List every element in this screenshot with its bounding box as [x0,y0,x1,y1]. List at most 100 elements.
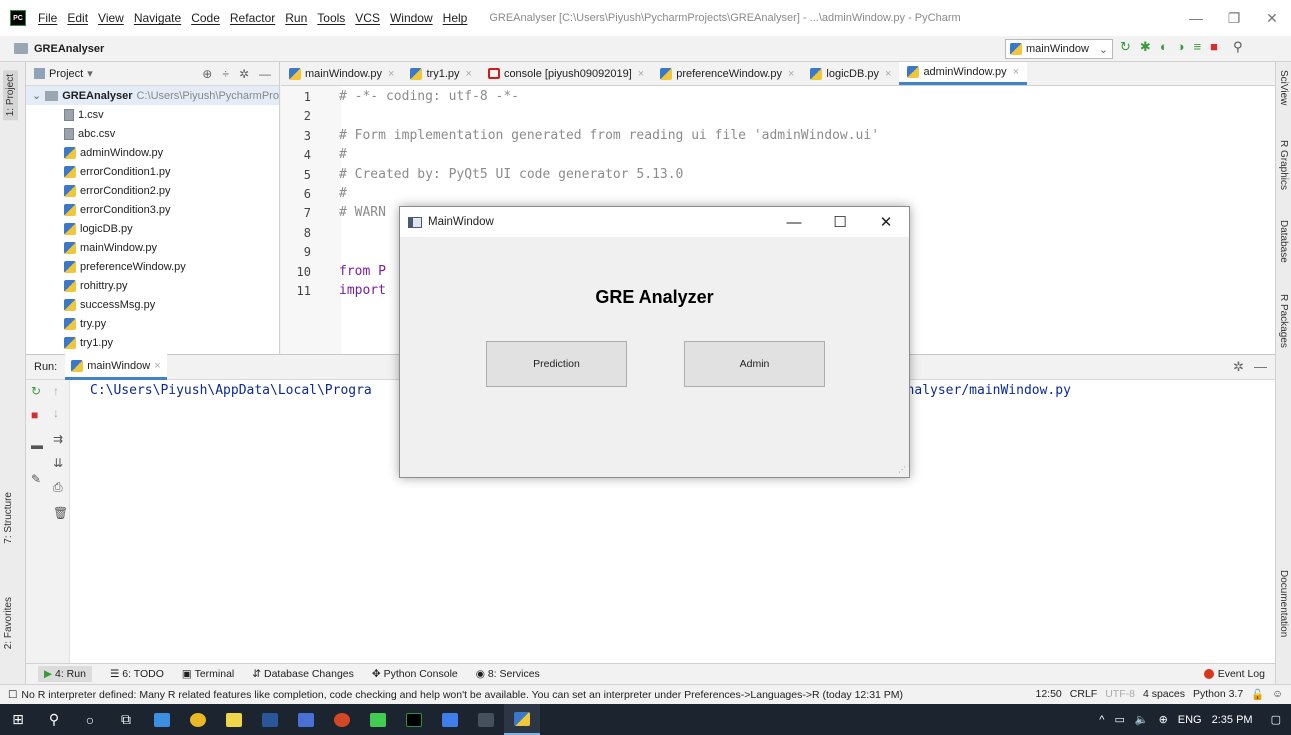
editor-tab[interactable]: console [piyush09092019] × [480,62,652,85]
file-item[interactable]: errorCondition2.py [26,181,279,200]
resize-grip-icon[interactable]: ⋰ [898,465,906,474]
stop-icon[interactable]: ■ [1210,39,1218,55]
menu-window[interactable]: Window [390,11,433,25]
file-item[interactable]: adminWindow.py [26,143,279,162]
locate-icon[interactable]: ⊕ [202,67,212,81]
file-item[interactable]: 1.csv [26,105,279,124]
editor-tab[interactable]: logicDB.py × [802,62,899,85]
close-tab-icon[interactable]: × [388,68,394,80]
close-tab-icon[interactable]: × [788,68,794,80]
stop-icon[interactable]: ■ [31,408,38,422]
tree-root[interactable]: ⌄ GREAnalyser C:\Users\Piyush\PycharmPro [26,86,279,105]
editor-tab[interactable]: preferenceWindow.py × [652,62,802,85]
minimize-icon[interactable]: — [1177,0,1215,36]
tab-project[interactable]: 1: Project [3,70,18,121]
language-indicator[interactable]: ENG [1178,714,1202,726]
tab-run[interactable]: ▶ 4: Run [38,666,92,682]
task-view-icon[interactable]: ⧉ [108,704,144,735]
hide-icon[interactable]: — [259,67,271,81]
rerun-icon[interactable]: ↻ [1120,39,1131,55]
file-item[interactable]: rohittry.py [26,276,279,295]
restore-icon[interactable]: ❐ [1215,0,1253,36]
rerun-icon[interactable]: ↻ [31,384,41,398]
network-icon[interactable]: ⊕ [1159,713,1168,726]
line-separator[interactable]: CRLF [1070,688,1097,701]
battery-icon[interactable]: ▭ [1114,713,1124,726]
coverage-icon[interactable]: ◐ [1160,39,1168,55]
close-tab-icon[interactable]: × [885,68,891,80]
file-explorer-icon[interactable] [144,704,180,735]
tab-database[interactable]: Database [1278,220,1289,263]
file-item[interactable]: successMsg.py [26,295,279,314]
pin-icon[interactable]: ✎ [31,472,41,486]
trash-icon[interactable]: 🗑 [53,506,68,520]
maximize-icon[interactable]: ☐ [817,207,863,237]
indent-setting[interactable]: 4 spaces [1143,688,1185,701]
menu-code[interactable]: Code [191,11,220,25]
start-icon[interactable]: ⊞ [0,704,36,735]
close-icon[interactable]: ✕ [863,207,909,237]
tab-services[interactable]: ◉ 8: Services [476,668,540,680]
search-icon[interactable]: ⚲ [36,704,72,735]
tab-documentation[interactable]: Documentation [1278,570,1289,637]
scroll-to-end-icon[interactable]: ⇊ [53,456,63,470]
word-icon[interactable] [252,704,288,735]
close-tab-icon[interactable]: × [154,360,160,372]
menu-run[interactable]: Run [285,11,307,25]
close-tab-icon[interactable]: × [466,68,472,80]
status-message[interactable]: No R interpreter defined: Many R related… [21,689,981,701]
concurrency-icon[interactable]: ≡ [1194,39,1202,55]
lock-icon[interactable]: 🔓 [1251,688,1264,701]
tab-favorites[interactable]: 2: Favorites [3,597,14,649]
hide-icon[interactable]: — [1254,359,1267,375]
caret-position[interactable]: 12:50 [1036,688,1062,701]
admin-button[interactable]: Admin [684,341,825,387]
close-icon[interactable]: ✕ [1253,0,1291,36]
event-log-tab[interactable]: Event Log [1203,668,1265,680]
tab-r-packages[interactable]: R Packages [1278,294,1289,348]
pycharm-icon[interactable] [396,704,432,735]
inspector-icon[interactable]: ☺ [1272,688,1283,701]
file-item[interactable]: errorCondition3.py [26,200,279,219]
app-icon[interactable] [288,704,324,735]
file-item[interactable]: errorCondition1.py [26,162,279,181]
cmd-icon[interactable] [468,704,504,735]
chrome-icon[interactable] [180,704,216,735]
volume-icon[interactable]: 🔈 [1135,713,1149,726]
print-icon[interactable]: ⎙ [53,480,63,495]
editor-tab[interactable]: mainWindow.py × [281,62,402,85]
tab-database-changes[interactable]: ⇵ Database Changes [252,668,354,680]
menu-tools[interactable]: Tools [317,11,345,25]
powerpoint-icon[interactable] [324,704,360,735]
search-icon[interactable]: ⚲ [1233,39,1243,55]
menu-navigate[interactable]: Navigate [134,11,181,25]
tab-terminal[interactable]: ▣ Terminal [182,668,234,680]
menu-help[interactable]: Help [443,11,468,25]
status-toggle-icon[interactable]: ☐ [8,689,17,701]
python-app-icon[interactable] [504,704,540,735]
up-arrow-icon[interactable]: ↑ [53,384,59,398]
menu-vcs[interactable]: VCS [355,11,380,25]
editor-tab[interactable]: try1.py × [402,62,479,85]
breadcrumb-project[interactable]: GREAnalyser [34,43,104,55]
qt-icon[interactable] [360,704,396,735]
python-interpreter[interactable]: Python 3.7 [1193,688,1243,701]
tab-sciview[interactable]: SciView [1278,70,1289,105]
tab-python-console[interactable]: ✥ Python Console [372,668,458,680]
file-item[interactable]: abc.csv [26,124,279,143]
notes-icon[interactable] [216,704,252,735]
cortana-icon[interactable]: ○ [72,704,108,735]
box-icon[interactable] [432,704,468,735]
file-item[interactable]: preferenceWindow.py [26,257,279,276]
prediction-button[interactable]: Prediction [486,341,627,387]
project-view-select[interactable]: Project [49,68,83,80]
down-arrow-icon[interactable]: ↓ [53,406,59,420]
close-tab-icon[interactable]: × [638,68,644,80]
debug-icon[interactable]: ✱ [1140,39,1151,55]
run-tab-main-window[interactable]: mainWindow × [65,354,167,380]
file-item[interactable]: try.py [26,314,279,333]
close-tab-icon[interactable]: × [1013,66,1019,78]
run-configuration-select[interactable]: mainWindow ⌄ [1005,39,1113,59]
menu-file[interactable]: File [38,11,57,25]
gear-icon[interactable]: ✲ [239,67,249,81]
